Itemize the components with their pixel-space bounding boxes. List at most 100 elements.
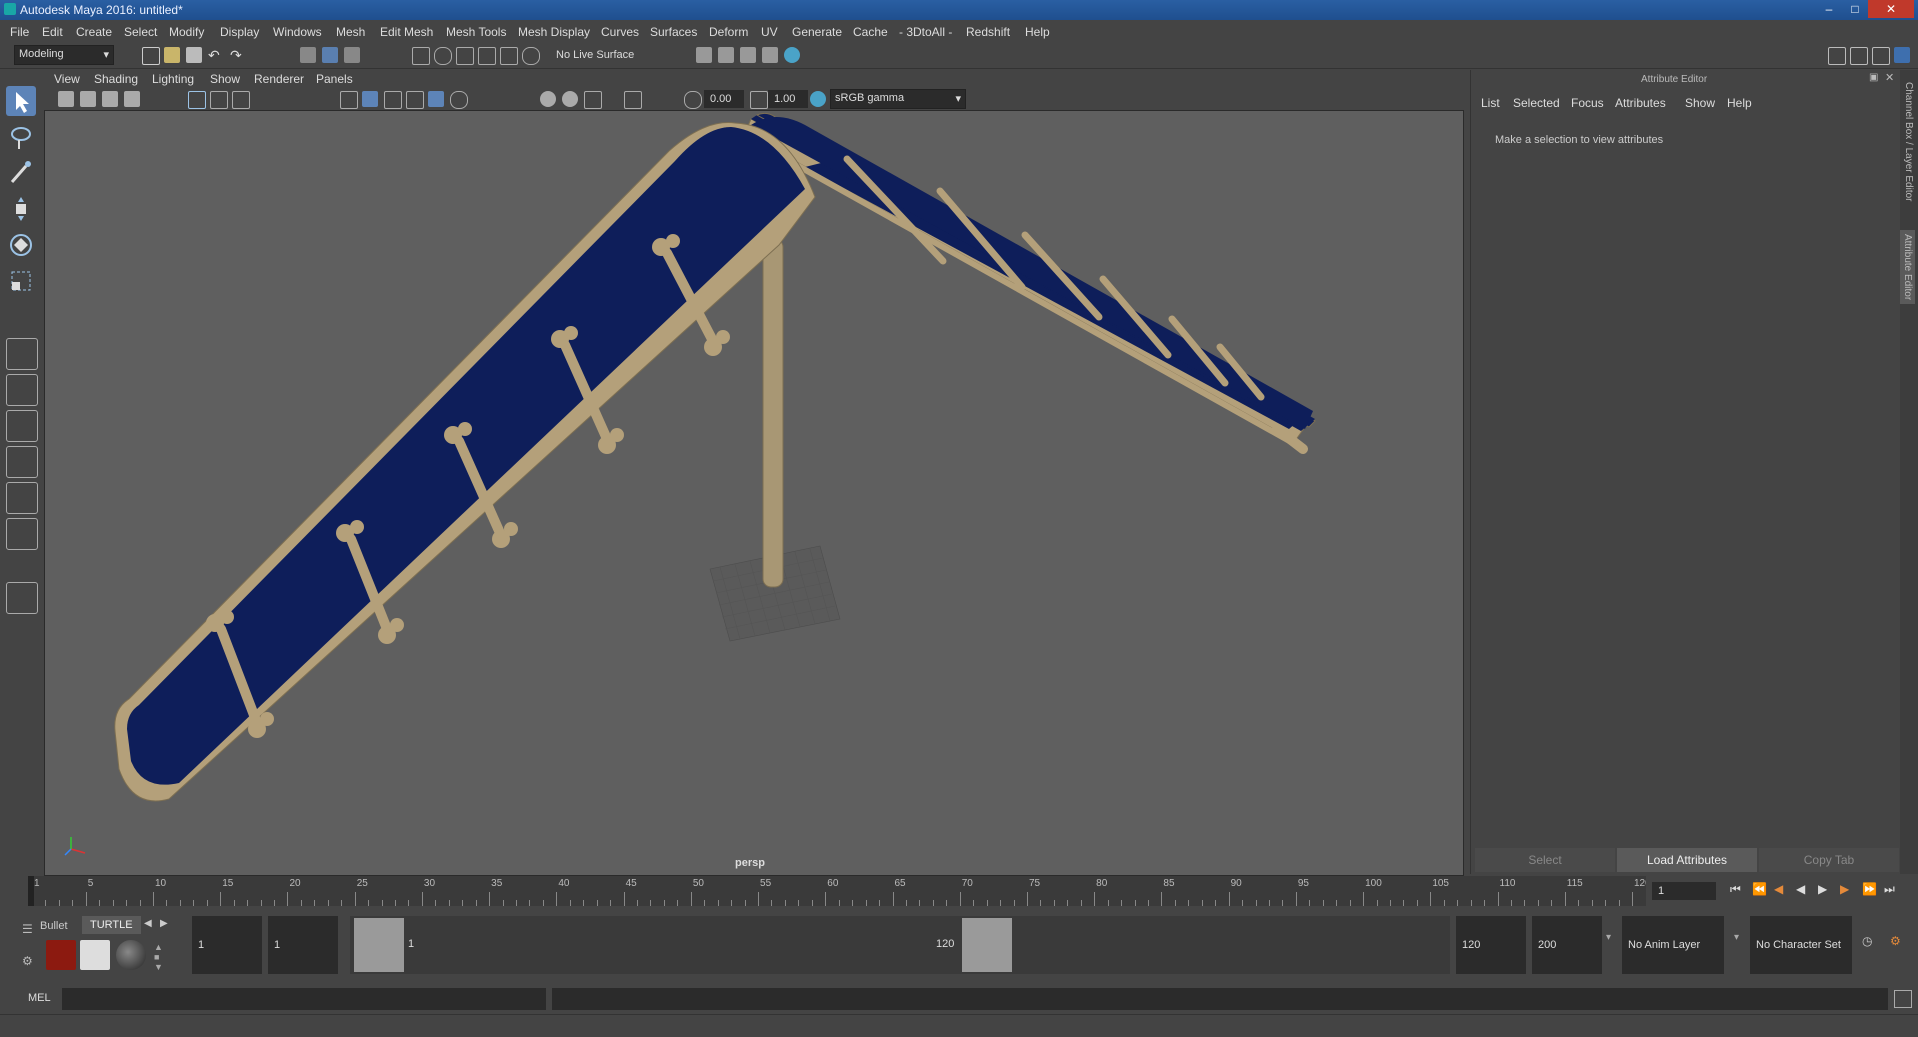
shelf-settings-icon[interactable]: ⚙	[22, 954, 33, 968]
image-plane-icon[interactable]	[124, 91, 140, 107]
tool-settings-icon[interactable]	[1872, 47, 1890, 65]
attribute-editor-tab[interactable]: Attribute Editor	[1900, 230, 1915, 305]
lighting-icon[interactable]	[406, 91, 424, 109]
snap-curve-icon[interactable]	[434, 47, 452, 65]
playback-end-field[interactable]: 120	[1456, 916, 1526, 974]
hypershade-icon[interactable]	[784, 47, 800, 63]
attr-menu-selected[interactable]: Selected	[1513, 96, 1560, 110]
menu-3dtoall[interactable]: - 3DtoAll -	[899, 25, 952, 39]
go-to-end-icon[interactable]: ⏭	[1884, 882, 1895, 897]
load-attributes-button[interactable]: Load Attributes	[1617, 848, 1757, 872]
make-live-icon[interactable]	[522, 47, 540, 65]
gamma-field[interactable]: 1.00	[768, 90, 808, 108]
persp-graph-layout-icon[interactable]	[6, 446, 38, 478]
menu-create[interactable]: Create	[76, 25, 112, 39]
menu-edit-mesh[interactable]: Edit Mesh	[380, 25, 433, 39]
ambient-occlusion-icon[interactable]	[540, 91, 556, 107]
gamma-icon[interactable]	[750, 91, 768, 109]
ipr-render-icon[interactable]	[740, 47, 756, 63]
command-language-label[interactable]: MEL	[28, 992, 51, 1004]
camera-icon[interactable]	[58, 91, 74, 107]
panel-menu-renderer[interactable]: Renderer	[254, 72, 304, 86]
lasso-tool-icon[interactable]	[6, 122, 36, 152]
play-forwards-icon[interactable]: ▶	[1818, 882, 1827, 896]
step-back-frame-icon[interactable]: ◀	[1774, 882, 1783, 896]
end-time-field[interactable]: 200	[1532, 916, 1602, 974]
menu-display[interactable]: Display	[220, 25, 259, 39]
lighting-setup-icon[interactable]	[80, 940, 110, 970]
wireframe-icon[interactable]	[340, 91, 358, 109]
menu-generate[interactable]: Generate	[792, 25, 842, 39]
color-management-icon[interactable]	[810, 91, 826, 107]
persp-outliner-layout-icon[interactable]	[6, 410, 38, 442]
close-panel-icon[interactable]: ✕	[1885, 71, 1894, 84]
grid-toggle-icon[interactable]	[188, 91, 206, 109]
shelf-tab-bullet[interactable]: Bullet	[40, 920, 68, 932]
minimize-button[interactable]: –	[1816, 0, 1842, 18]
range-start-handle[interactable]	[354, 918, 404, 972]
isolate-select-icon[interactable]	[624, 91, 642, 109]
menu-edit[interactable]: Edit	[42, 25, 63, 39]
panel-menu-panels[interactable]: Panels	[316, 72, 353, 86]
menu-deform[interactable]: Deform	[709, 25, 748, 39]
menu-modify[interactable]: Modify	[169, 25, 204, 39]
select-component-icon[interactable]	[344, 47, 360, 63]
shelf-scroll-left-icon[interactable]: ◀	[144, 918, 152, 929]
anti-aliasing-icon[interactable]	[584, 91, 602, 109]
playback-start-field[interactable]: 1	[268, 916, 338, 974]
go-to-start-icon[interactable]: ⏮	[1730, 882, 1741, 897]
chevron-down-icon[interactable]: ▾	[1734, 932, 1739, 943]
color-space-dropdown[interactable]: sRGB gamma ▾	[830, 89, 966, 109]
select-tool-icon[interactable]	[6, 86, 36, 116]
menu-mesh-tools[interactable]: Mesh Tools	[446, 25, 506, 39]
step-back-key-icon[interactable]: ⏪	[1752, 882, 1767, 896]
exposure-icon[interactable]	[684, 91, 702, 109]
step-forward-key-icon[interactable]: ⏩	[1862, 882, 1877, 896]
anim-layer-dropdown[interactable]: No Anim Layer	[1622, 916, 1724, 974]
exposure-field[interactable]: 0.00	[704, 90, 744, 108]
attr-menu-focus[interactable]: Focus	[1571, 96, 1604, 110]
panel-menu-lighting[interactable]: Lighting	[152, 72, 194, 86]
select-hierarchy-icon[interactable]	[300, 47, 316, 63]
shelf-menu-icon[interactable]: ☰	[22, 922, 33, 936]
sphere-material-icon[interactable]	[116, 940, 146, 970]
shadows-icon[interactable]	[450, 91, 468, 109]
menu-help[interactable]: Help	[1025, 25, 1050, 39]
command-input[interactable]	[62, 988, 546, 1010]
four-view-layout-icon[interactable]	[6, 374, 38, 406]
play-backwards-icon[interactable]: ◀	[1796, 882, 1805, 896]
rotate-tool-icon[interactable]	[6, 230, 36, 260]
render-settings-icon[interactable]	[762, 47, 778, 63]
step-forward-frame-icon[interactable]: ▶	[1840, 882, 1849, 896]
menu-set-dropdown[interactable]: Modeling ▾	[14, 45, 114, 65]
save-scene-icon[interactable]	[186, 47, 202, 63]
shelf-scroll-right-icon[interactable]: ▶	[160, 918, 168, 929]
float-panel-icon[interactable]: ▣	[1869, 72, 1878, 83]
shelf-scroll-vertical-icon[interactable]: ▲ ■ ▼	[154, 942, 163, 972]
snap-point-icon[interactable]	[456, 47, 474, 65]
move-tool-icon[interactable]	[6, 194, 36, 224]
menu-mesh-display[interactable]: Mesh Display	[518, 25, 590, 39]
film-gate-icon[interactable]	[210, 91, 228, 109]
chevron-down-icon[interactable]: ▾	[1606, 932, 1611, 943]
snap-view-plane-icon[interactable]	[478, 47, 496, 65]
render-current-icon[interactable]	[718, 47, 734, 63]
scale-tool-icon[interactable]	[6, 266, 36, 296]
fire-effect-icon[interactable]	[46, 940, 76, 970]
menu-curves[interactable]: Curves	[601, 25, 639, 39]
menu-cache[interactable]: Cache	[853, 25, 888, 39]
hypershade-layout-icon[interactable]	[6, 482, 38, 514]
motion-blur-icon[interactable]	[562, 91, 578, 107]
new-scene-icon[interactable]	[142, 47, 160, 65]
attribute-editor-toggle-icon[interactable]	[1850, 47, 1868, 65]
resolution-gate-icon[interactable]	[232, 91, 250, 109]
panel-menu-view[interactable]: View	[54, 72, 80, 86]
xray-icon[interactable]	[428, 91, 444, 107]
snap-grid-icon[interactable]	[412, 47, 430, 65]
single-perspective-layout-icon[interactable]	[6, 338, 38, 370]
redo-icon[interactable]: ↷	[230, 47, 246, 63]
auto-key-icon[interactable]: ◷	[1862, 934, 1872, 948]
menu-windows[interactable]: Windows	[273, 25, 322, 39]
attr-menu-attributes[interactable]: Attributes	[1615, 96, 1666, 110]
menu-redshift[interactable]: Redshift	[966, 25, 1010, 39]
